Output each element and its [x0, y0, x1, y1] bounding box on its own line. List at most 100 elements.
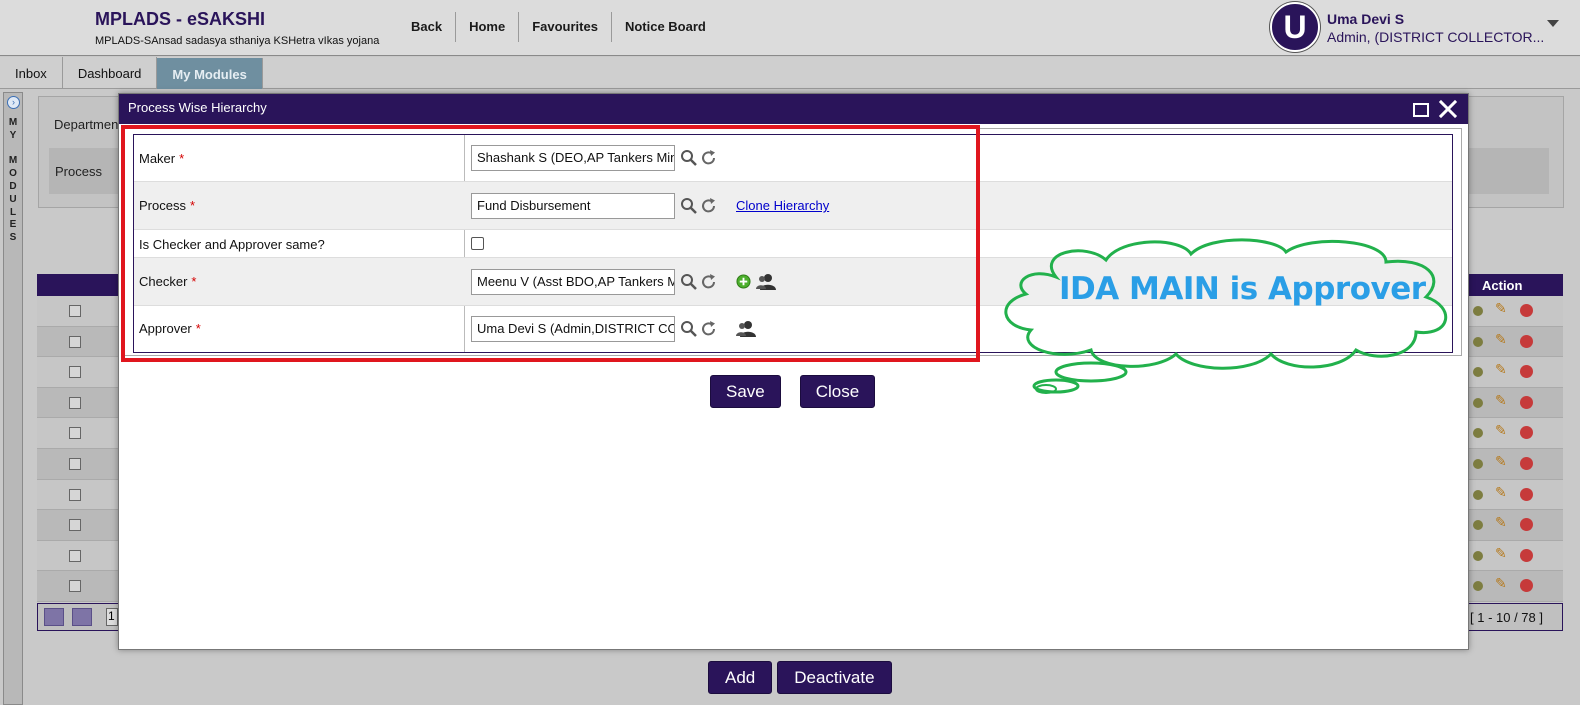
- clone-hierarchy-link[interactable]: Clone Hierarchy: [736, 198, 829, 213]
- view-icon[interactable]: [1473, 489, 1483, 500]
- app-subtitle: MPLADS-SAnsad sadasya sthaniya KSHetra v…: [95, 35, 380, 47]
- search-icon[interactable]: [680, 273, 698, 291]
- maker-field[interactable]: Shashank S (DEO,AP Tankers Mini: [471, 145, 675, 171]
- nav-notice-board[interactable]: Notice Board: [612, 12, 719, 42]
- annotation-text: IDA MAIN is Approver: [1059, 271, 1426, 307]
- expand-arrow-icon[interactable]: ›: [7, 96, 20, 109]
- nav-home[interactable]: Home: [456, 12, 520, 42]
- close-icon[interactable]: [1437, 98, 1459, 120]
- edit-icon[interactable]: ✎: [1495, 575, 1508, 591]
- edit-icon[interactable]: ✎: [1495, 422, 1508, 438]
- view-icon[interactable]: [1473, 520, 1483, 531]
- delete-icon[interactable]: [1520, 426, 1533, 440]
- dialog-title: Process Wise Hierarchy: [128, 100, 267, 115]
- pager-summary: [ 1 - 10 / 78 ]: [1470, 610, 1543, 625]
- page-actions: Add Deactivate: [708, 661, 892, 694]
- delete-icon[interactable]: [1520, 487, 1533, 501]
- page-number-input[interactable]: 1: [106, 608, 118, 626]
- nav-back[interactable]: Back: [398, 12, 457, 42]
- row-checkbox[interactable]: [69, 305, 81, 317]
- edit-icon[interactable]: ✎: [1495, 545, 1508, 561]
- edit-icon[interactable]: ✎: [1495, 514, 1508, 530]
- department-label: Departmen: [54, 117, 119, 132]
- app-header: MPLADS - eSAKSHI MPLADS-SAnsad sadasya s…: [0, 0, 1580, 56]
- row-checkbox[interactable]: [69, 457, 81, 470]
- my-modules-side-strip[interactable]: › M Y M O D U L E S: [3, 92, 23, 705]
- process-row: Process * Fund Disbursement Clone Hierarc…: [134, 182, 1452, 230]
- view-icon[interactable]: [1473, 581, 1483, 592]
- row-checkbox[interactable]: [69, 488, 81, 501]
- view-icon[interactable]: [1473, 458, 1483, 469]
- side-strip-label: M Y M O D U L E S: [8, 117, 18, 244]
- add-circle-icon[interactable]: [736, 274, 751, 289]
- view-icon[interactable]: [1473, 367, 1483, 378]
- row-checkbox[interactable]: [69, 427, 81, 440]
- hierarchy-form: Maker * Shashank S (DEO,AP Tankers Mini P…: [133, 134, 1453, 353]
- edit-icon[interactable]: ✎: [1495, 484, 1508, 500]
- maker-row: Maker * Shashank S (DEO,AP Tankers Mini: [134, 135, 1452, 182]
- close-button[interactable]: Close: [799, 375, 876, 408]
- delete-icon[interactable]: [1520, 334, 1533, 348]
- same-checker-label: Is Checker and Approver same?: [139, 237, 325, 252]
- edit-icon[interactable]: ✎: [1495, 392, 1508, 408]
- grid-action-header: Action: [1482, 278, 1523, 293]
- checker-field[interactable]: Meenu V (Asst BDO,AP Tankers M: [471, 269, 675, 295]
- refresh-icon[interactable]: [700, 149, 718, 167]
- maximize-icon[interactable]: [1413, 103, 1429, 117]
- top-nav: Back Home Favourites Notice Board: [398, 12, 719, 42]
- refresh-icon[interactable]: [700, 273, 718, 291]
- nav-favourites[interactable]: Favourites: [519, 12, 612, 42]
- view-icon[interactable]: [1473, 336, 1483, 347]
- edit-icon[interactable]: ✎: [1495, 300, 1508, 316]
- tab-inbox[interactable]: Inbox: [0, 57, 63, 88]
- avatar[interactable]: U: [1270, 2, 1320, 52]
- delete-icon[interactable]: [1520, 395, 1533, 409]
- row-checkbox[interactable]: [69, 366, 81, 379]
- delete-icon[interactable]: [1520, 548, 1533, 562]
- add-button[interactable]: Add: [708, 661, 773, 694]
- search-icon[interactable]: [680, 320, 698, 338]
- edit-icon[interactable]: ✎: [1495, 361, 1508, 377]
- module-tab-bar: Inbox Dashboard My Modules: [0, 57, 1580, 89]
- save-button[interactable]: Save: [710, 375, 781, 408]
- process-field[interactable]: Fund Disbursement: [471, 193, 675, 219]
- process-hierarchy-dialog: Process Wise Hierarchy Maker * Shashank S…: [118, 93, 1469, 650]
- checker-label: Checker *: [139, 274, 197, 289]
- delete-icon[interactable]: [1520, 518, 1533, 532]
- view-icon[interactable]: [1473, 306, 1483, 316]
- chevron-down-icon[interactable]: [1547, 20, 1559, 27]
- edit-icon[interactable]: ✎: [1495, 453, 1508, 469]
- dialog-actions: Save Close: [710, 375, 876, 408]
- deactivate-button[interactable]: Deactivate: [777, 661, 892, 694]
- refresh-icon[interactable]: [700, 197, 718, 215]
- row-checkbox[interactable]: [69, 519, 81, 532]
- approver-row: Approver * Uma Devi S (Admin,DISTRICT COL…: [134, 306, 1452, 352]
- users-icon[interactable]: [756, 272, 776, 291]
- tab-my-modules[interactable]: My Modules: [157, 58, 263, 89]
- delete-icon[interactable]: [1520, 579, 1533, 593]
- users-icon[interactable]: [736, 319, 756, 338]
- first-page-icon[interactable]: [44, 608, 64, 626]
- prev-page-icon[interactable]: [72, 608, 92, 626]
- process-field-label: Process *: [139, 198, 196, 213]
- row-checkbox[interactable]: [69, 580, 81, 593]
- search-icon[interactable]: [680, 197, 698, 215]
- refresh-icon[interactable]: [700, 320, 718, 338]
- view-icon[interactable]: [1473, 428, 1483, 439]
- row-checkbox[interactable]: [69, 335, 81, 348]
- row-checkbox[interactable]: [69, 549, 81, 562]
- same-checker-checkbox[interactable]: [471, 237, 484, 250]
- search-icon[interactable]: [680, 149, 698, 167]
- dialog-titlebar[interactable]: Process Wise Hierarchy: [119, 94, 1468, 124]
- approver-label: Approver *: [139, 321, 201, 336]
- user-role: Admin, (DISTRICT COLLECTOR...: [1327, 29, 1545, 45]
- edit-icon[interactable]: ✎: [1495, 331, 1508, 347]
- row-checkbox[interactable]: [69, 396, 81, 409]
- approver-field[interactable]: Uma Devi S (Admin,DISTRICT COLL: [471, 316, 675, 342]
- tab-dashboard[interactable]: Dashboard: [63, 57, 158, 88]
- view-icon[interactable]: [1473, 397, 1483, 408]
- view-icon[interactable]: [1473, 550, 1483, 561]
- delete-icon[interactable]: [1520, 304, 1533, 317]
- delete-icon[interactable]: [1520, 456, 1533, 470]
- delete-icon[interactable]: [1520, 365, 1533, 379]
